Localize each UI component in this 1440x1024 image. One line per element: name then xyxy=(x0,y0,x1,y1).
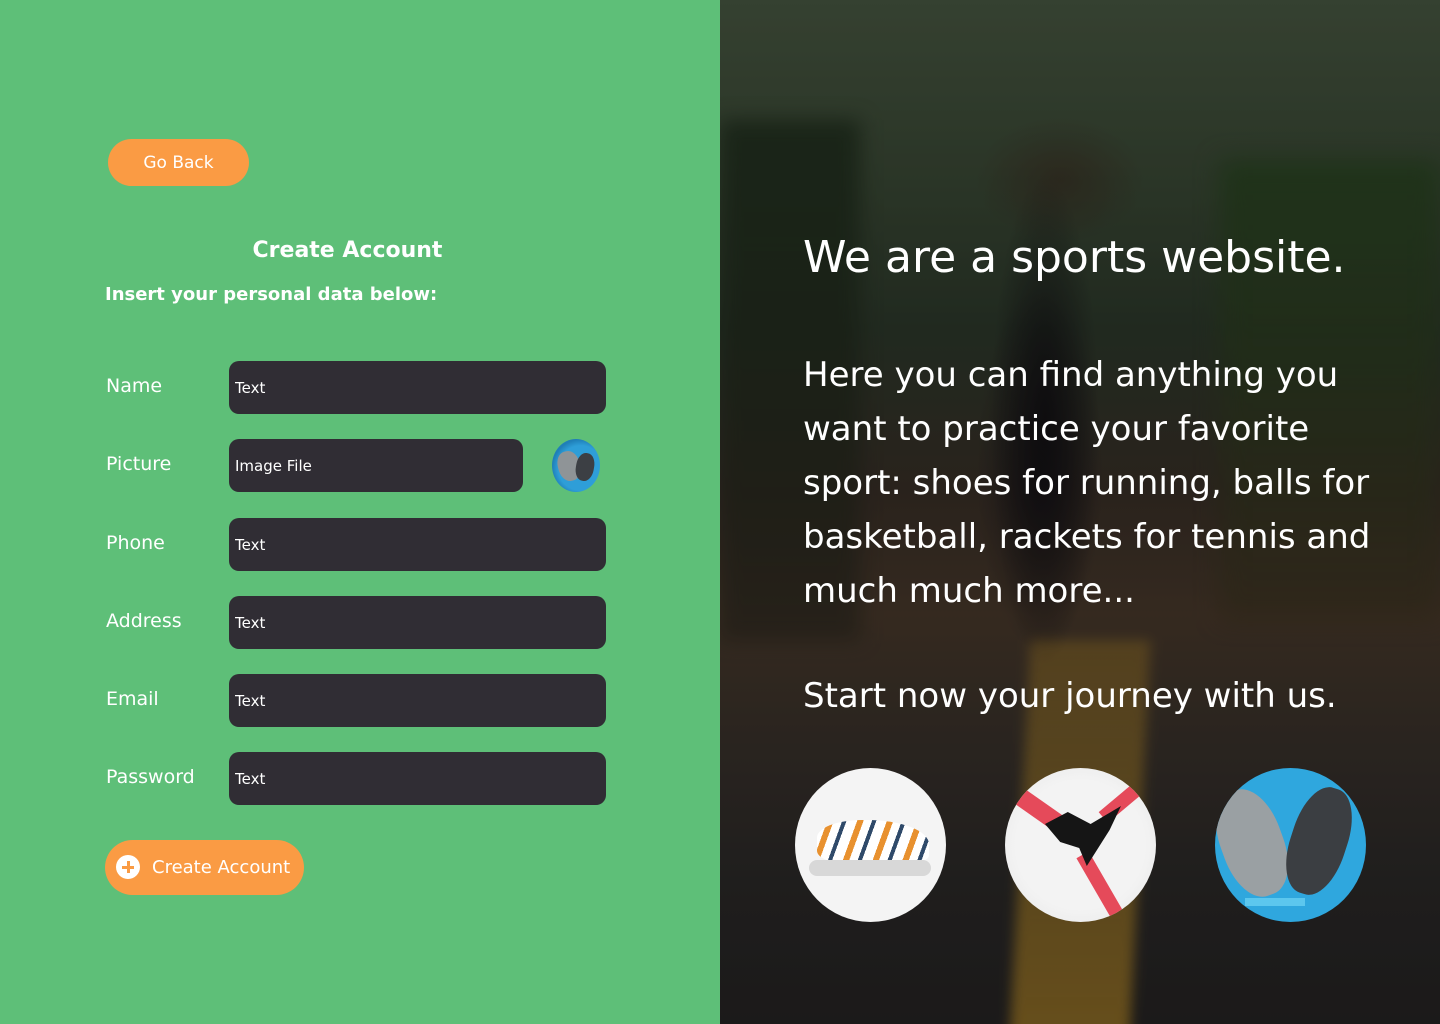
email-label: Email xyxy=(106,688,159,710)
plus-circle-icon xyxy=(116,855,140,879)
sneaker-left xyxy=(1215,780,1300,906)
picture-preview-thumbnail xyxy=(552,439,600,492)
phone-label: Phone xyxy=(106,532,165,554)
product-image-sneakers xyxy=(1215,768,1366,922)
go-back-button[interactable]: Go Back xyxy=(108,139,249,186)
shoe-sole xyxy=(809,860,931,876)
product-image-ball xyxy=(1005,768,1156,922)
shoe-upper xyxy=(817,820,929,864)
form-title: Create Account xyxy=(252,238,443,263)
password-label: Password xyxy=(106,766,195,788)
email-input[interactable] xyxy=(229,674,606,727)
name-input[interactable] xyxy=(229,361,606,414)
phone-input[interactable] xyxy=(229,518,606,571)
password-input[interactable] xyxy=(229,752,606,805)
name-label: Name xyxy=(106,375,163,397)
address-label: Address xyxy=(106,610,182,632)
picture-input[interactable] xyxy=(229,439,523,492)
sneaker-right xyxy=(1275,780,1363,902)
hero-description: Here you can find anything you want to p… xyxy=(803,355,1371,611)
product-image-running-shoe xyxy=(795,768,946,922)
address-input[interactable] xyxy=(229,596,606,649)
hero-cta-text: Start now your journey with us. xyxy=(803,676,1337,716)
form-subtitle: Insert your personal data below: xyxy=(105,284,438,305)
sneaker-floor-accent xyxy=(1245,898,1305,906)
picture-label: Picture xyxy=(106,453,172,475)
ball-stripe xyxy=(1076,851,1124,919)
hero-headline: We are a sports website. xyxy=(803,232,1346,283)
